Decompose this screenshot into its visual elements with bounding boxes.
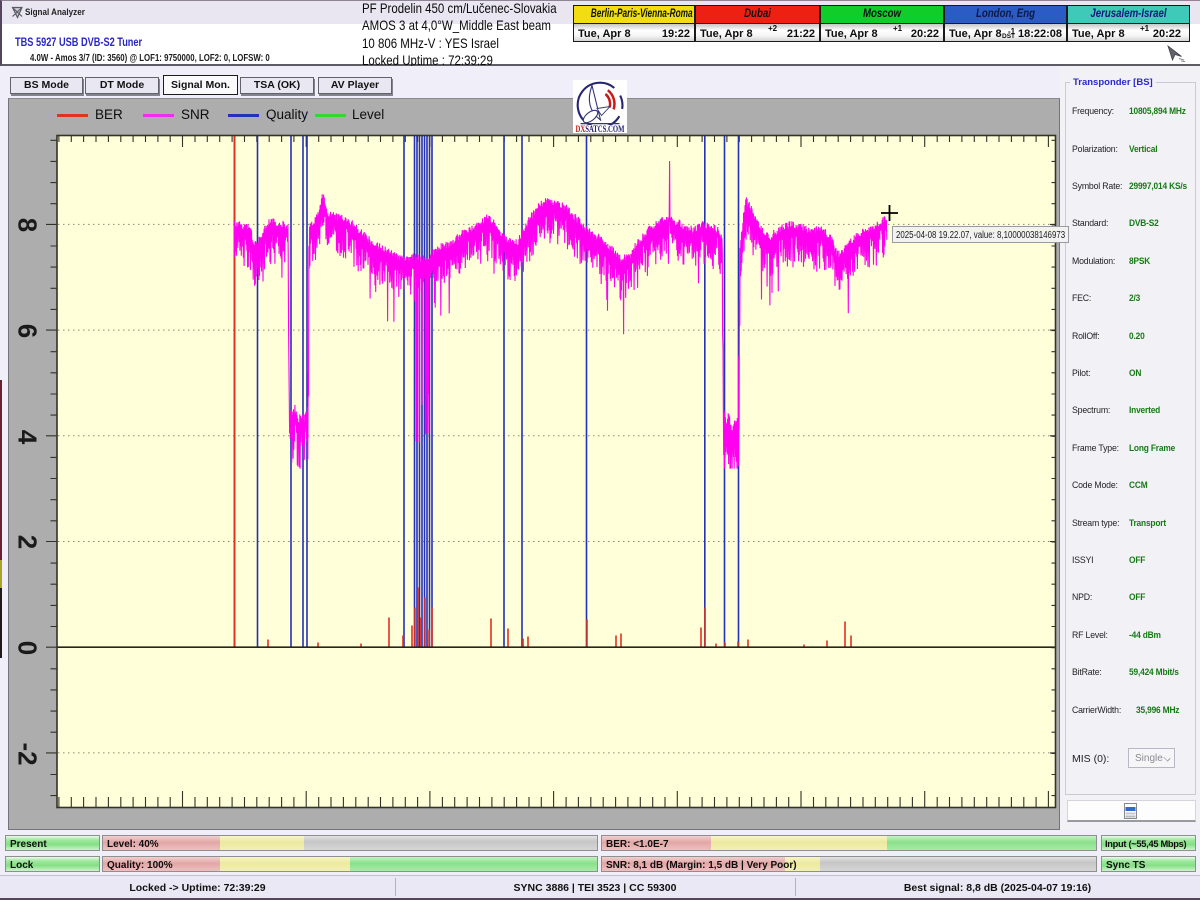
svg-text:4: 4	[13, 430, 43, 445]
svg-text:-2: -2	[13, 742, 43, 765]
svg-text:8: 8	[13, 218, 43, 232]
svg-text:0: 0	[13, 641, 43, 655]
svg-text:2: 2	[13, 535, 43, 549]
svg-text:6: 6	[13, 324, 43, 338]
svg-text:DXSATCS.COM: DXSATCS.COM	[576, 124, 625, 133]
